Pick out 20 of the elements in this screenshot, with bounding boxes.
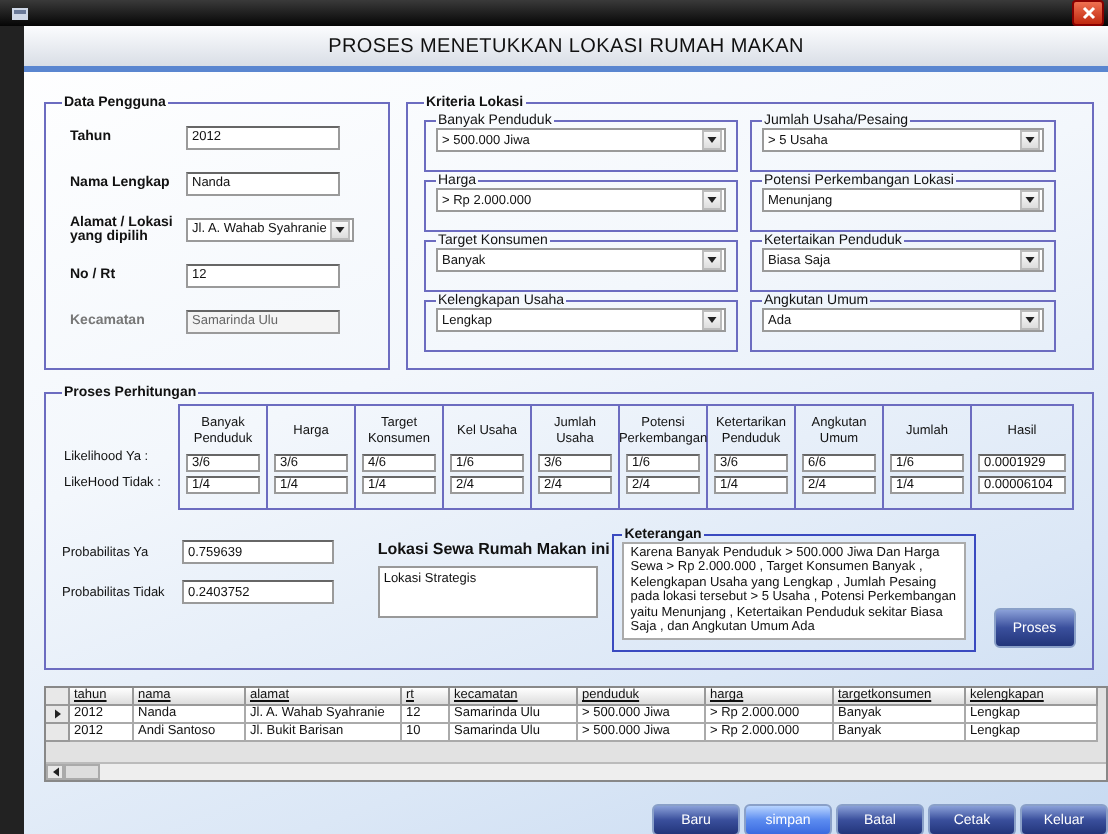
app-icon: [12, 7, 28, 19]
caret-icon: [706, 194, 718, 206]
scroll-left-icon: [49, 766, 61, 778]
scrollbar[interactable]: [46, 762, 1106, 780]
caret-icon: [706, 314, 718, 326]
row-header[interactable]: [46, 706, 70, 724]
result-label: Lokasi Sewa Rumah Makan ini: [377, 540, 612, 558]
close-icon: [1081, 6, 1095, 20]
caret-icon: [1024, 314, 1036, 326]
caret-icon: [706, 254, 718, 266]
close-button[interactable]: [1072, 0, 1104, 26]
scroll-thumb[interactable]: [64, 764, 100, 780]
caret-icon: [1024, 254, 1036, 266]
caret-icon: [1024, 134, 1036, 146]
scroll-left-button[interactable]: [46, 764, 64, 780]
caret-icon: [706, 134, 718, 146]
caret-icon: [1024, 194, 1036, 206]
form-title: PROSES MENETUKKAN LOKASI RUMAH MAKAN: [328, 35, 804, 57]
row-pointer-icon: [51, 708, 63, 720]
caret-icon: [334, 223, 347, 235]
